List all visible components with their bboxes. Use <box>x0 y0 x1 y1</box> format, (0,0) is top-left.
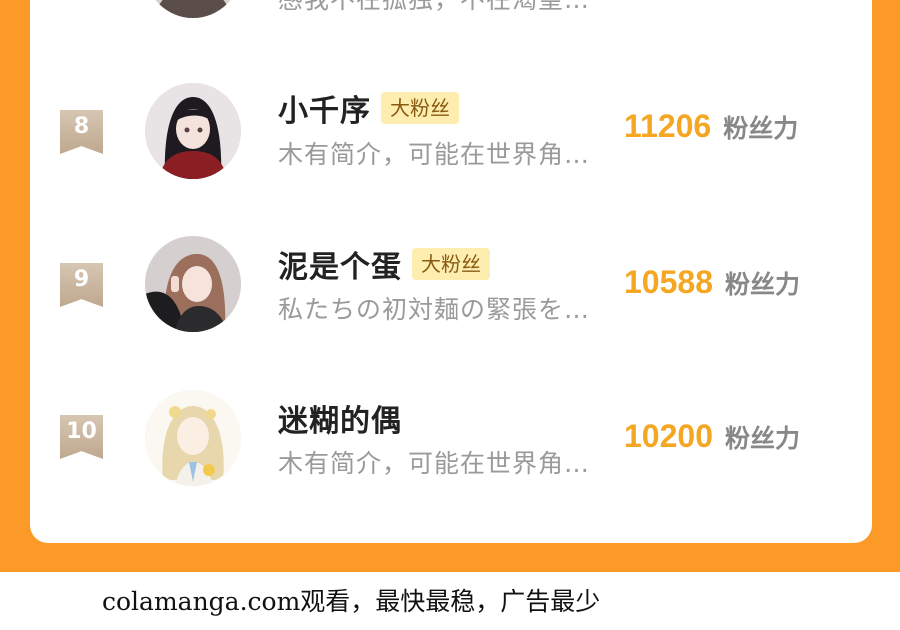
watermark-text: colamanga.com观看，最快最稳，广告最少 <box>102 587 601 616</box>
score-unit: 粉丝力 <box>723 114 799 143</box>
fan-level-tag: 大粉丝 <box>381 92 459 124</box>
user-bio: 私たちの初対麺の緊張を… <box>278 295 591 324</box>
user-name[interactable]: 迷糊的偶 <box>278 396 402 440</box>
ranking-row[interactable]: 10 迷糊的偶 木有简介，可能在世界角… 10200 粉丝力 <box>30 390 872 500</box>
avatar[interactable] <box>145 390 241 486</box>
avatar[interactable] <box>145 236 241 332</box>
user-name[interactable]: 泥是个蛋 <box>278 242 402 286</box>
user-name[interactable]: 小千序 <box>278 86 371 130</box>
name-line: 泥是个蛋 大粉丝 <box>278 242 490 286</box>
score-value: 10200 <box>624 418 713 454</box>
name-line: 小千序 大粉丝 <box>278 86 459 130</box>
user-bio: 木有简介，可能在世界角… <box>278 449 591 478</box>
avatar[interactable] <box>145 0 241 18</box>
fan-level-tag: 大粉丝 <box>412 248 490 280</box>
fan-power-score: 10200 粉丝力 <box>624 418 800 455</box>
name-line: 迷糊的偶 <box>278 396 402 440</box>
rank-badge: 10 <box>60 415 103 459</box>
score-unit: 粉丝力 <box>724 424 800 453</box>
avatar[interactable] <box>145 83 241 179</box>
fan-power-score: 10588 粉丝力 <box>624 264 800 301</box>
ranking-row-partial[interactable]: 感我不在孤独，不在渴望… <box>30 0 872 90</box>
ranking-row[interactable]: 9 泥是个蛋 大粉丝 私たちの初対麺の緊張を… 10588 粉丝力 <box>30 236 872 346</box>
user-bio: 木有简介，可能在世界角… <box>278 140 591 169</box>
rank-badge: 9 <box>60 263 103 307</box>
footer-bar: colamanga.com观看，最快最稳，广告最少 <box>0 572 900 630</box>
fan-power-score: 11206 粉丝力 <box>624 108 798 145</box>
ranking-row[interactable]: 8 小千序 大粉丝 木有简介，可能在世界角… 11206 粉丝力 <box>30 80 872 190</box>
ranking-card: 感我不在孤独，不在渴望… 8 小千序 大粉丝 木有简介，可能在世界角… 1120… <box>30 0 872 543</box>
score-value: 10588 <box>624 264 713 300</box>
score-value: 11206 <box>624 108 712 144</box>
user-bio: 感我不在孤独，不在渴望… <box>278 0 590 16</box>
score-unit: 粉丝力 <box>724 270 800 299</box>
rank-badge: 8 <box>60 110 103 154</box>
